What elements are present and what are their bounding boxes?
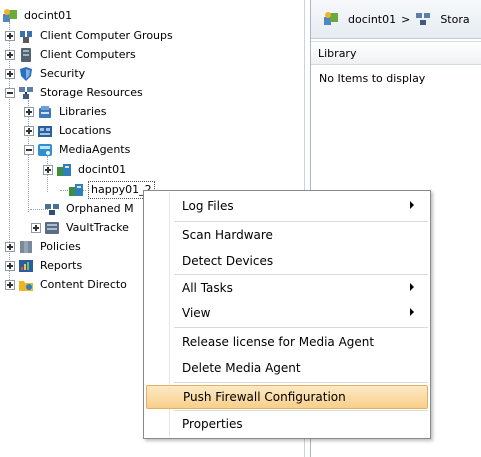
expand-icon[interactable]: [5, 242, 15, 252]
tree-item-storage-resources[interactable]: Storage Resources: [5, 84, 145, 102]
menu-item-label: Delete Media Agent: [182, 361, 301, 375]
tree-item-locations[interactable]: Locations: [24, 122, 113, 140]
tree-item-label: docint01: [78, 163, 127, 176]
menu-item-push-firewall-configuration[interactable]: Push Firewall Configuration: [146, 385, 428, 409]
tree-item-client-computers[interactable]: Client Computers: [5, 46, 138, 64]
commcell-root-icon: [323, 11, 339, 27]
tree-item-label: Client Computers: [40, 48, 136, 61]
breadcrumb-item-storage[interactable]: Stora: [440, 13, 469, 26]
menu-item-label: Properties: [182, 417, 243, 431]
tree-item-label: VaultTracke: [66, 221, 129, 234]
tree-item-reports[interactable]: Reports: [5, 257, 84, 275]
menu-separator: [174, 221, 428, 222]
menu-item-detect-devices[interactable]: Detect Devices: [146, 249, 428, 273]
tree-item-label: Orphaned M: [66, 202, 134, 215]
menu-item-label: Push Firewall Configuration: [183, 390, 346, 404]
content-director-icon: [18, 277, 34, 293]
tree-item-mediaagent-happy01-2[interactable]: happy01_2: [68, 181, 155, 199]
submenu-arrow-icon: [410, 308, 414, 316]
storage-resources-icon: [18, 85, 34, 101]
locations-icon: [37, 123, 53, 139]
menu-separator: [174, 327, 428, 328]
menu-item-label: View: [182, 306, 211, 320]
tree-item-mediaagents[interactable]: MediaAgents: [24, 141, 132, 159]
expand-icon[interactable]: [5, 280, 15, 290]
menu-separator: [174, 274, 428, 275]
breadcrumb-item-root[interactable]: docint01: [348, 13, 396, 26]
menu-item-label: Detect Devices: [182, 254, 274, 268]
commcell-root-icon: [2, 8, 18, 24]
mediaagent-server-icon: [56, 162, 72, 178]
expand-icon[interactable]: [43, 165, 53, 175]
mediaagent-server-icon: [68, 182, 84, 198]
menu-item-delete-media-agent[interactable]: Delete Media Agent: [146, 356, 428, 380]
menu-item-label: Scan Hardware: [182, 228, 273, 242]
menu-separator: [174, 410, 428, 411]
libraries-icon: [37, 104, 53, 120]
tree-item-label: Client Computer Groups: [40, 29, 173, 42]
expand-icon[interactable]: [5, 50, 15, 60]
tree-item-client-computer-groups[interactable]: Client Computer Groups: [5, 27, 175, 45]
menu-item-label: Log Files: [182, 199, 234, 213]
collapse-icon[interactable]: [24, 145, 34, 155]
menu-item-view[interactable]: View: [146, 301, 428, 325]
expand-icon[interactable]: [5, 69, 15, 79]
menu-item-scan-hardware[interactable]: Scan Hardware: [146, 223, 428, 247]
orphaned-media-icon: [44, 201, 60, 217]
tree-item-label: Content Directo: [40, 278, 127, 291]
tree-item-label: Reports: [40, 259, 83, 272]
column-header-library[interactable]: Library: [311, 41, 481, 65]
collapse-icon[interactable]: [5, 88, 15, 98]
expand-icon[interactable]: [5, 261, 15, 271]
tree-item-label: Security: [40, 67, 86, 80]
mediaagents-icon: [37, 142, 53, 158]
expand-icon[interactable]: [24, 126, 34, 136]
policies-icon: [18, 239, 34, 255]
tree-item-policies[interactable]: Policies: [5, 238, 83, 256]
breadcrumb-separator: >: [401, 12, 411, 26]
client-groups-icon: [18, 28, 34, 44]
expand-icon[interactable]: [24, 107, 34, 117]
menu-item-all-tasks[interactable]: All Tasks: [146, 276, 428, 300]
tree-item-orphaned-media[interactable]: Orphaned M: [44, 200, 136, 218]
client-computers-icon: [18, 47, 34, 63]
tree-item-label: docint01: [24, 9, 73, 22]
menu-item-release-license[interactable]: Release license for Media Agent: [146, 330, 428, 354]
tree-item-libraries[interactable]: Libraries: [24, 103, 109, 121]
tree-item-label: Storage Resources: [40, 86, 143, 99]
submenu-arrow-icon: [410, 201, 414, 209]
tree-item-security[interactable]: Security: [5, 65, 87, 83]
menu-separator: [174, 382, 428, 383]
expand-icon[interactable]: [31, 223, 41, 233]
menu-item-label: All Tasks: [182, 281, 233, 295]
column-header-label: Library: [318, 46, 357, 60]
tree-item-mediaagent-docint01[interactable]: docint01: [43, 161, 128, 179]
security-shield-icon: [18, 66, 34, 82]
tree-item-label: MediaAgents: [59, 143, 131, 156]
menu-item-label: Release license for Media Agent: [182, 335, 375, 349]
empty-list-message: No Items to display: [319, 72, 426, 85]
tree-item-label: Locations: [59, 124, 112, 137]
context-menu[interactable]: Log Files Scan Hardware Detect Devices A…: [143, 190, 431, 439]
submenu-arrow-icon: [410, 283, 414, 291]
tree-item-vaulttracker[interactable]: VaultTracke: [31, 219, 131, 237]
vaulttracker-icon: [44, 220, 60, 236]
tree-item-label: Libraries: [59, 105, 107, 118]
reports-icon: [18, 258, 34, 274]
tree-item-root[interactable]: docint01: [2, 7, 74, 25]
menu-item-log-files[interactable]: Log Files: [146, 194, 428, 218]
storage-resources-icon: [415, 11, 431, 27]
menu-item-properties[interactable]: Properties: [146, 412, 428, 436]
tree-item-content-director[interactable]: Content Directo: [5, 276, 129, 294]
breadcrumb: docint01 > Stora: [311, 0, 481, 39]
expand-icon[interactable]: [5, 31, 15, 41]
tree-item-label: Policies: [40, 240, 81, 253]
